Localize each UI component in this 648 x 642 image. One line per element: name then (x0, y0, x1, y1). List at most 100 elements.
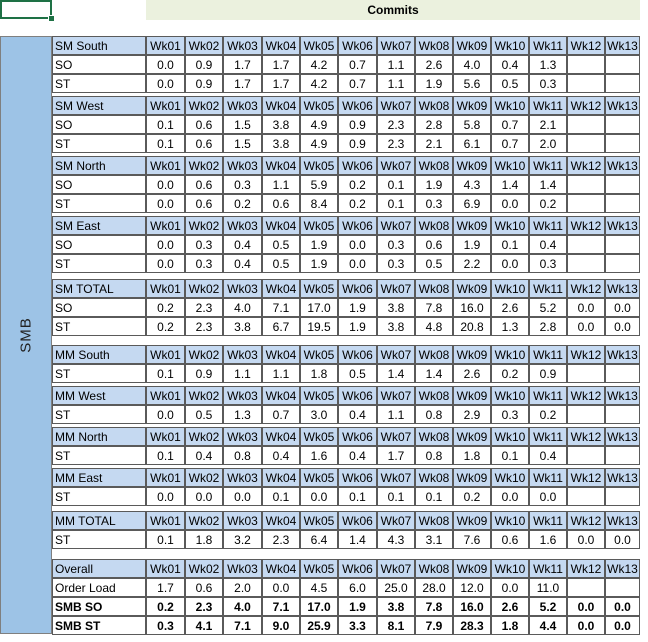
week-header[interactable]: Wk06 (338, 386, 377, 405)
value-cell[interactable]: 28.0 (415, 578, 453, 597)
week-header[interactable]: Wk06 (338, 36, 377, 55)
week-header[interactable]: Wk11 (529, 96, 567, 115)
row-label[interactable]: ST (52, 446, 146, 465)
value-cell[interactable]: 0.0 (146, 487, 185, 506)
week-header[interactable]: Wk02 (185, 36, 223, 55)
value-cell[interactable]: 25.9 (300, 616, 338, 635)
week-header[interactable]: Wk06 (338, 156, 377, 175)
value-cell[interactable]: 1.4 (338, 530, 377, 549)
week-header[interactable]: Wk10 (491, 427, 529, 446)
week-header[interactable]: Wk07 (377, 156, 415, 175)
week-header[interactable]: Wk13 (605, 156, 640, 175)
value-cell[interactable]: 1.1 (223, 364, 262, 383)
row-label[interactable]: SMB ST (52, 616, 146, 635)
week-header[interactable]: Wk09 (453, 36, 491, 55)
value-cell[interactable]: 8.1 (377, 616, 415, 635)
value-cell[interactable]: 28.3 (453, 616, 491, 635)
value-cell[interactable]: 2.6 (491, 298, 529, 317)
week-header[interactable]: Wk12 (567, 96, 605, 115)
value-cell[interactable] (605, 194, 640, 213)
value-cell[interactable]: 3.8 (262, 115, 300, 134)
value-cell[interactable]: 1.7 (223, 74, 262, 93)
week-header[interactable]: Wk04 (262, 345, 300, 364)
value-cell[interactable]: 6.0 (338, 578, 377, 597)
week-header[interactable]: Wk12 (567, 468, 605, 487)
value-cell[interactable]: 4.1 (185, 616, 223, 635)
value-cell[interactable]: 0.7 (338, 55, 377, 74)
week-header[interactable]: Wk02 (185, 427, 223, 446)
value-cell[interactable]: 0.0 (491, 487, 529, 506)
value-cell[interactable]: 0.4 (529, 235, 567, 254)
value-cell[interactable]: 2.8 (415, 115, 453, 134)
week-header[interactable]: Wk04 (262, 468, 300, 487)
value-cell[interactable]: 4.2 (300, 74, 338, 93)
value-cell[interactable]: 0.3 (529, 254, 567, 273)
value-cell[interactable]: 4.3 (377, 530, 415, 549)
week-header[interactable]: Wk08 (415, 559, 453, 578)
week-header[interactable]: Wk05 (300, 96, 338, 115)
value-cell[interactable] (605, 74, 640, 93)
value-cell[interactable]: 0.0 (300, 487, 338, 506)
week-header[interactable]: Wk06 (338, 559, 377, 578)
week-header[interactable]: Wk04 (262, 36, 300, 55)
value-cell[interactable] (605, 235, 640, 254)
value-cell[interactable]: 2.3 (377, 115, 415, 134)
value-cell[interactable]: 7.8 (415, 298, 453, 317)
week-header[interactable]: Wk10 (491, 559, 529, 578)
week-header[interactable]: Wk08 (415, 156, 453, 175)
value-cell[interactable]: 0.1 (146, 530, 185, 549)
value-cell[interactable]: 0.0 (605, 317, 640, 336)
week-header[interactable]: Wk08 (415, 216, 453, 235)
value-cell[interactable]: 0.2 (146, 317, 185, 336)
value-cell[interactable]: 7.1 (223, 616, 262, 635)
week-header[interactable]: Wk09 (453, 216, 491, 235)
value-cell[interactable]: 1.3 (491, 317, 529, 336)
value-cell[interactable]: 2.6 (491, 597, 529, 616)
value-cell[interactable]: 1.9 (453, 235, 491, 254)
week-header[interactable]: Wk01 (146, 511, 185, 530)
week-header[interactable]: Wk04 (262, 511, 300, 530)
value-cell[interactable]: 0.3 (491, 405, 529, 424)
value-cell[interactable]: 1.6 (300, 446, 338, 465)
value-cell[interactable]: 1.8 (491, 616, 529, 635)
row-label[interactable]: ST (52, 487, 146, 506)
value-cell[interactable]: 0.9 (529, 364, 567, 383)
value-cell[interactable]: 0.4 (338, 446, 377, 465)
value-cell[interactable]: 0.0 (146, 194, 185, 213)
week-header[interactable]: Wk12 (567, 511, 605, 530)
week-header[interactable]: Wk01 (146, 468, 185, 487)
week-header[interactable]: Wk10 (491, 511, 529, 530)
value-cell[interactable]: 20.8 (453, 317, 491, 336)
row-label[interactable]: SO (52, 175, 146, 194)
value-cell[interactable]: 0.6 (415, 235, 453, 254)
value-cell[interactable]: 4.0 (223, 298, 262, 317)
value-cell[interactable]: 7.9 (415, 616, 453, 635)
row-label[interactable]: ST (52, 134, 146, 153)
value-cell[interactable]: 1.4 (377, 364, 415, 383)
value-cell[interactable]: 1.3 (223, 405, 262, 424)
value-cell[interactable]: 0.0 (491, 254, 529, 273)
week-header[interactable]: Wk12 (567, 386, 605, 405)
value-cell[interactable]: 1.1 (377, 55, 415, 74)
week-header[interactable]: Wk08 (415, 468, 453, 487)
value-cell[interactable] (567, 134, 605, 153)
week-header[interactable]: Wk13 (605, 468, 640, 487)
value-cell[interactable]: 2.6 (415, 55, 453, 74)
week-header[interactable]: Wk13 (605, 36, 640, 55)
value-cell[interactable]: 0.0 (567, 616, 605, 635)
week-header[interactable]: Wk11 (529, 279, 567, 298)
value-cell[interactable]: 0.3 (185, 235, 223, 254)
week-header[interactable]: Wk05 (300, 511, 338, 530)
week-header[interactable]: Wk01 (146, 96, 185, 115)
week-header[interactable]: Wk09 (453, 511, 491, 530)
week-header[interactable]: Wk05 (300, 427, 338, 446)
fill-handle[interactable] (48, 15, 55, 22)
week-header[interactable]: Wk05 (300, 279, 338, 298)
value-cell[interactable]: 12.0 (453, 578, 491, 597)
value-cell[interactable] (567, 487, 605, 506)
value-cell[interactable] (605, 175, 640, 194)
week-header[interactable]: Wk05 (300, 345, 338, 364)
value-cell[interactable]: 0.0 (529, 487, 567, 506)
block-name[interactable]: MM South (52, 345, 146, 364)
week-header[interactable]: Wk07 (377, 427, 415, 446)
